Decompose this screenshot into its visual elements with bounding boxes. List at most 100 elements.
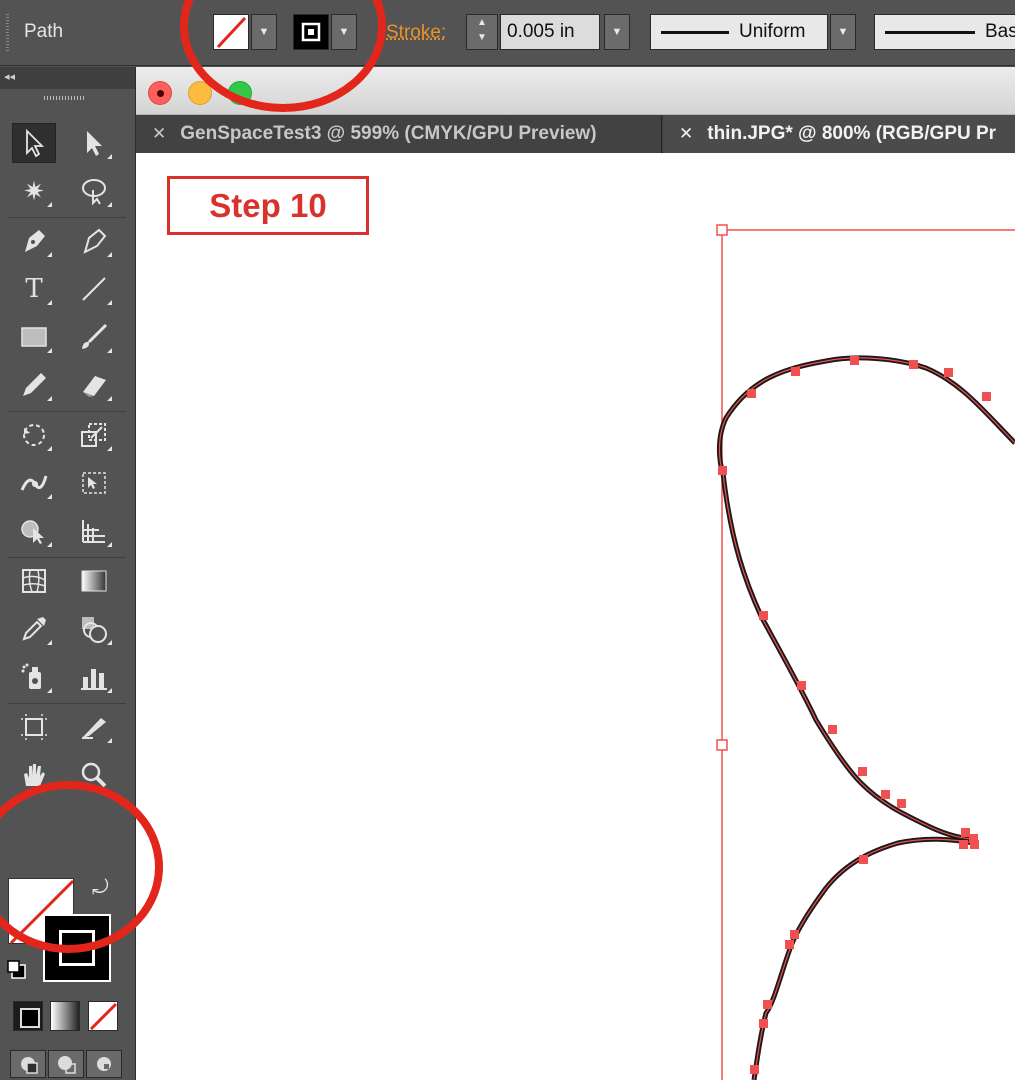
selected-path[interactable] — [717, 355, 1015, 1080]
tools-divider — [8, 411, 126, 412]
shape-builder-tool[interactable] — [12, 511, 56, 551]
direct-selection-tool[interactable] — [72, 123, 116, 163]
scale-tool-icon — [81, 423, 106, 447]
fill-dropdown-button[interactable]: ▼ — [251, 14, 277, 50]
eyedropper-tool[interactable] — [12, 609, 56, 649]
draw-inside-icon — [97, 1057, 111, 1071]
chevron-down-icon: ▼ — [837, 26, 849, 38]
free-transform-tool[interactable] — [72, 463, 116, 503]
tools-divider — [8, 703, 126, 704]
curvature-tool[interactable] — [72, 221, 116, 261]
window-titlebar[interactable] — [136, 67, 1015, 115]
mesh-tool[interactable] — [12, 561, 56, 601]
draw-behind-icon — [58, 1056, 76, 1074]
magic-wand-tool-icon: ✷ — [23, 175, 45, 206]
control-bar-grip[interactable] — [6, 14, 9, 52]
stroke-swatch-button[interactable] — [293, 14, 329, 50]
stroke-dropdown-button[interactable]: ▼ — [331, 14, 357, 50]
swap-fill-stroke-icon[interactable]: ⤾ — [92, 877, 109, 900]
gradient-tool[interactable] — [72, 561, 116, 601]
type-tool-icon: T — [25, 274, 43, 304]
none-swatch-icon — [89, 1002, 117, 1030]
hand-tool[interactable] — [12, 755, 56, 795]
rotate-tool[interactable] — [12, 415, 56, 455]
none-mode-button[interactable] — [88, 1001, 118, 1031]
pencil-tool[interactable] — [12, 365, 56, 405]
rectangle-tool[interactable] — [12, 317, 56, 357]
artboard-tool-icon — [21, 714, 47, 740]
stroke-panel-link[interactable]: Stroke: — [386, 22, 446, 44]
artboard-canvas[interactable]: Step 10 — [136, 153, 1015, 1080]
fill-swatch-button[interactable] — [213, 14, 249, 50]
brush-line-sample — [885, 30, 975, 34]
lasso-tool[interactable] — [72, 171, 116, 211]
curvature-tool-icon — [83, 228, 107, 254]
close-window-button[interactable] — [148, 81, 172, 105]
gradient-mode-button[interactable] — [50, 1001, 80, 1031]
lasso-tool-icon — [82, 179, 106, 206]
gradient-tool-icon — [81, 570, 107, 592]
symbol-sprayer-tool[interactable] — [12, 657, 56, 697]
close-tab-icon[interactable]: ✕ — [152, 124, 166, 144]
stroke-weight-dropdown[interactable]: ▼ — [604, 14, 630, 50]
minimize-window-button[interactable] — [188, 81, 212, 105]
eraser-tool-icon — [83, 376, 106, 397]
width-tool[interactable] — [12, 463, 56, 503]
free-transform-tool-icon — [82, 472, 106, 494]
draw-normal-button[interactable] — [10, 1050, 46, 1078]
zoom-window-button[interactable] — [228, 81, 252, 105]
close-tab-icon[interactable]: ✕ — [679, 124, 693, 144]
stepper-up-icon: ▲ — [477, 17, 487, 28]
magic-wand-tool[interactable]: ✷ — [12, 171, 56, 211]
step-label: Step 10 — [209, 186, 327, 224]
none-swatch-icon — [216, 16, 247, 49]
type-tool[interactable]: T — [12, 269, 56, 309]
line-segment-tool[interactable] — [72, 269, 116, 309]
variable-width-profile-dropdown[interactable]: ▼ — [830, 14, 856, 50]
perspective-grid-tool[interactable] — [72, 511, 116, 551]
scale-tool[interactable] — [72, 415, 116, 455]
stroke-weight-input[interactable]: 0.005 in — [500, 14, 600, 50]
bounding-box-handle[interactable] — [716, 739, 728, 751]
brush-definition-value: Bas — [985, 21, 1015, 42]
blend-tool-icon — [82, 617, 107, 643]
tools-panel: ◂◂ ✷ T ⤾ — [0, 67, 136, 1080]
anchor-points[interactable] — [718, 356, 991, 1074]
column-graph-tool[interactable] — [72, 657, 116, 697]
stroke-color-swatch[interactable] — [43, 914, 111, 982]
eraser-tool[interactable] — [72, 365, 116, 405]
selection-tool[interactable] — [12, 123, 56, 163]
blend-tool[interactable] — [72, 609, 116, 649]
variable-width-profile-select[interactable]: Uniform — [650, 14, 828, 50]
pen-tool[interactable] — [12, 221, 56, 261]
zoom-tool-icon — [81, 762, 107, 788]
document-tab-label: thin.JPG* @ 800% (RGB/GPU Pr — [707, 123, 997, 144]
draw-inside-button[interactable] — [86, 1050, 122, 1078]
step-label-box: Step 10 — [167, 176, 369, 235]
draw-behind-button[interactable] — [48, 1050, 84, 1078]
selection-tool-icon — [26, 128, 45, 158]
document-tab-active[interactable]: ✕ thin.JPG* @ 800% (RGB/GPU Pr — [663, 115, 1015, 153]
brush-definition-select[interactable]: Bas — [874, 14, 1015, 50]
tools-panel-header[interactable]: ◂◂ — [0, 67, 135, 89]
bounding-box-handle[interactable] — [716, 224, 728, 236]
paintbrush-tool[interactable] — [72, 317, 116, 357]
control-bar: Path ▼ ▼ Stroke: ▲ ▼ 0.005 in ▼ Uniform ▼… — [0, 0, 1015, 66]
document-tab[interactable]: ✕ GenSpaceTest3 @ 599% (CMYK/GPU Preview… — [136, 115, 662, 153]
stepper-down-icon: ▼ — [477, 32, 487, 43]
slice-tool-icon — [82, 718, 106, 739]
default-fill-stroke-icon[interactable] — [6, 959, 28, 981]
tools-panel-grip[interactable] — [44, 96, 84, 100]
line-segment-tool-icon — [82, 277, 106, 301]
rectangle-tool-icon — [21, 327, 47, 347]
color-mode-button[interactable] — [13, 1001, 43, 1031]
zoom-tool[interactable] — [72, 755, 116, 795]
tools-divider — [8, 217, 126, 218]
artboard-tool[interactable] — [12, 707, 56, 747]
stroke-square-icon — [301, 22, 321, 42]
document-window: ✕ GenSpaceTest3 @ 599% (CMYK/GPU Preview… — [136, 67, 1015, 1080]
slice-tool[interactable] — [72, 707, 116, 747]
stroke-weight-stepper[interactable]: ▲ ▼ — [466, 14, 498, 50]
uniform-line-sample — [661, 30, 729, 34]
collapse-panel-icon[interactable]: ◂◂ — [4, 71, 15, 83]
